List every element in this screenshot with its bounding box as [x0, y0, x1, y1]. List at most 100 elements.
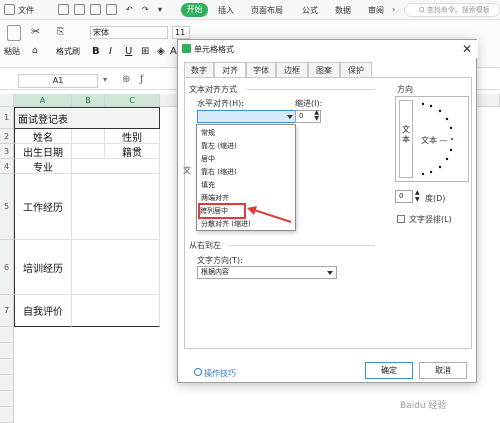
row-header-2[interactable]: 2	[0, 129, 14, 144]
row-header-12[interactable]	[0, 391, 14, 407]
cell-a1-text: 面试登记表	[18, 114, 68, 126]
preview-icon[interactable]	[106, 4, 117, 15]
menu-icon[interactable]	[4, 4, 15, 15]
cell-a1[interactable]: 面试登记表	[14, 107, 160, 129]
row-header-1[interactable]: 1	[0, 107, 14, 129]
horizontal-text-label: 文本 —	[421, 136, 448, 145]
export-icon[interactable]	[74, 4, 85, 15]
cell-b5[interactable]	[72, 174, 160, 240]
undo-icon[interactable]: ↶	[126, 5, 133, 14]
tab-insert[interactable]: 插入	[218, 5, 234, 16]
tips-link[interactable]: 操作技巧	[194, 368, 236, 379]
stepper-arrows-icon[interactable]: ▲ ▼	[415, 189, 420, 203]
print-icon[interactable]	[90, 4, 101, 15]
cell-b7[interactable]	[72, 295, 160, 327]
paste-icon[interactable]	[7, 25, 21, 41]
tab-number[interactable]: 数字	[184, 62, 214, 77]
degree-stepper[interactable]: 0	[395, 190, 413, 203]
fx-icon[interactable]: ƒ	[140, 74, 144, 85]
row-header-11[interactable]	[0, 375, 14, 391]
stepper-arrows-icon[interactable]: ▲ ▼	[314, 110, 319, 122]
ok-button[interactable]: 确定	[365, 362, 413, 379]
cell-a6[interactable]: 培训经历	[14, 240, 72, 295]
cell-b4[interactable]	[72, 159, 160, 174]
more-icon[interactable]: ▾	[158, 5, 162, 14]
tab-alignment[interactable]: 对齐	[214, 62, 246, 78]
partial-label: 文	[183, 166, 191, 175]
font-name-select[interactable]: 宋体	[90, 26, 168, 39]
fill-color-icon[interactable]: ◈	[157, 46, 165, 57]
text-direction-select[interactable]: 根据内容	[197, 266, 337, 279]
dropdown-item-justify[interactable]: 两端对齐	[201, 192, 293, 204]
tab-border[interactable]: 边框	[276, 62, 308, 77]
col-header-b[interactable]: B	[72, 94, 105, 107]
row-header-9[interactable]	[0, 343, 14, 359]
tab-review[interactable]: 审阅	[368, 5, 384, 16]
tab-pattern[interactable]: 图案	[308, 62, 340, 77]
copy-icon[interactable]: ⎘	[57, 27, 64, 37]
bold-icon[interactable]: B	[92, 46, 100, 57]
underline-icon[interactable]: U	[125, 46, 132, 57]
row-header-13[interactable]	[0, 407, 14, 423]
cell-c2[interactable]: 性别	[105, 129, 160, 144]
cell-a5-text: 工作经历	[23, 203, 63, 214]
row-header-10[interactable]	[0, 359, 14, 375]
tab-data[interactable]: 数据	[335, 5, 351, 16]
search-input[interactable]: Q 查找命令、搜索模板	[404, 3, 500, 17]
zoom-icon[interactable]: ⊕	[122, 74, 130, 85]
cell-b6[interactable]	[72, 240, 160, 295]
format-painter-label[interactable]: 格式刷	[56, 46, 80, 57]
menu-file[interactable]: 文件	[18, 5, 34, 16]
dropdown-item-center-across[interactable]: 跨列居中	[198, 203, 246, 219]
close-icon[interactable]: ✕	[462, 42, 472, 56]
col-header-c[interactable]: C	[105, 94, 160, 107]
cell-b3[interactable]	[72, 144, 105, 159]
row-header-6[interactable]: 6	[0, 240, 14, 295]
save-icon[interactable]	[58, 4, 69, 15]
cell-c3[interactable]: 籍贯	[105, 144, 160, 159]
tips-label: 操作技巧	[204, 369, 236, 378]
tab-formula[interactable]: 公式	[302, 5, 318, 16]
row-header-5[interactable]: 5	[0, 174, 14, 240]
cut-icon[interactable]: ✂	[31, 25, 40, 38]
name-box[interactable]: A1	[18, 74, 98, 88]
name-box-dropdown-icon[interactable]: ▾	[103, 75, 107, 84]
row-header-3[interactable]: 3	[0, 144, 14, 159]
tips-icon	[194, 368, 202, 376]
cell-a5[interactable]: 工作经历	[14, 174, 72, 240]
cell-b2[interactable]	[72, 129, 105, 144]
vertical-text-button[interactable]: 文本	[399, 100, 413, 178]
tab-protection[interactable]: 保护	[340, 62, 372, 77]
font-size-select[interactable]: 11	[172, 26, 190, 39]
row-header-7[interactable]: 7	[0, 295, 14, 327]
row-header-4[interactable]: 4	[0, 159, 14, 174]
row-header-8[interactable]	[0, 327, 14, 343]
chevron-right-icon[interactable]: ›	[392, 5, 395, 14]
paste-label[interactable]: 粘贴	[4, 46, 20, 57]
indent-stepper[interactable]: 0 ▲ ▼	[295, 110, 321, 123]
cell-a7[interactable]: 自我评价	[14, 295, 72, 327]
horizontal-align-select[interactable]	[197, 110, 297, 123]
format-painter-icon[interactable]: ⌂	[32, 46, 38, 56]
cancel-button[interactable]: 取消	[419, 362, 467, 379]
redo-icon[interactable]: ↷	[142, 5, 149, 14]
cell-a2[interactable]: 姓名	[14, 129, 72, 144]
font-color-icon[interactable]: A	[170, 46, 177, 57]
cell-a4[interactable]: 专业	[14, 159, 72, 174]
cell-a7-text: 自我评价	[23, 307, 63, 318]
border-icon[interactable]: ⊞	[141, 46, 149, 57]
italic-icon[interactable]: I	[109, 46, 112, 57]
dropdown-item-fill[interactable]: 填充	[201, 179, 293, 191]
col-header-a[interactable]: A	[14, 94, 72, 107]
dropdown-item-left[interactable]: 靠左 (缩进)	[201, 140, 293, 152]
tab-page-layout[interactable]: 页面布局	[251, 5, 283, 16]
vertical-text-checkbox[interactable]	[397, 215, 405, 223]
cell-a3[interactable]: 出生日期	[14, 144, 72, 159]
dialog-title: 单元格格式	[194, 45, 234, 54]
tab-start[interactable]: 开始	[181, 3, 208, 17]
dropdown-item-general[interactable]: 常规	[201, 127, 293, 139]
dropdown-item-center[interactable]: 居中	[201, 153, 293, 165]
select-all-corner[interactable]	[0, 94, 14, 107]
dropdown-item-right[interactable]: 靠右 (缩进)	[201, 166, 293, 178]
tab-font[interactable]: 字体	[246, 62, 276, 77]
